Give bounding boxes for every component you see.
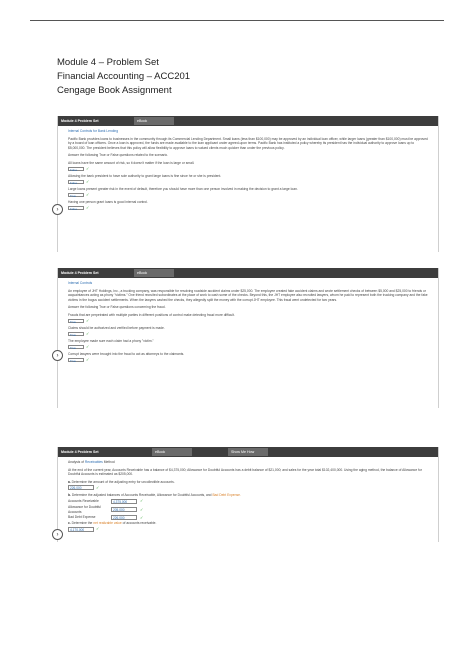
scenario-paragraph: Pacific Bank provides loans to businesse… <box>68 136 428 150</box>
question-3: The employee made sure each claim had a … <box>68 339 154 344</box>
question-2: Claims should be authorized and verified… <box>68 326 165 331</box>
balance-row: Bad Debt Expense 226,000 ✓ <box>68 514 428 521</box>
problem-set-bar: Module 4 Problem Set eBook <box>58 268 438 278</box>
answer-select-2[interactable]: True <box>68 331 84 336</box>
document-header: Module 4 – Problem Set Financial Account… <box>57 56 190 98</box>
tab-ebook[interactable]: eBook <box>134 117 174 125</box>
top-rule <box>30 20 444 21</box>
screenshot-receivables: Module 4 Problem Set eBook Show Me How A… <box>52 447 439 542</box>
check-icon: ✓ <box>96 484 100 490</box>
section-suffix: Method <box>103 460 115 464</box>
question-a: a. Determine the amount of the adjusting… <box>68 480 428 485</box>
tab-ebook[interactable]: eBook <box>134 269 174 277</box>
check-icon: ✓ <box>140 498 144 504</box>
row-label: Accounts Receivable <box>68 499 99 504</box>
tab-show-me-how[interactable]: Show Me How <box>228 448 268 456</box>
chevron-right-icon[interactable]: › <box>52 204 63 215</box>
check-icon: ✓ <box>86 205 90 211</box>
question-a-text: Determine the amount of the adjusting en… <box>71 479 175 484</box>
section-prefix: Analysis of <box>68 460 84 464</box>
question-1: Frauds that are perpetrated with multipl… <box>68 312 235 317</box>
answer-select-4[interactable]: True <box>68 357 84 363</box>
bar-title: Module 4 Problem Set <box>61 119 99 123</box>
assignment-title: Cengage Book Assignment <box>57 85 172 96</box>
question-3: Large loans present greater risk in the … <box>68 187 298 192</box>
bar-title: Module 4 Problem Set <box>61 271 99 275</box>
answer-select-3[interactable]: True <box>68 344 84 350</box>
chevron-right-icon[interactable]: › <box>52 350 63 361</box>
question-b-label: b. <box>68 493 71 498</box>
question-a-label: a. <box>68 479 71 484</box>
answer-field-ar[interactable]: 4,375,000 <box>111 498 137 504</box>
bar-title: Module 4 Problem Set <box>61 450 99 454</box>
answer-select-1[interactable]: True <box>68 318 84 323</box>
answer-field-a[interactable]: 226,000 <box>68 485 94 491</box>
question-c-link[interactable]: net realizable value <box>93 521 121 525</box>
check-icon: ✓ <box>86 357 90 363</box>
question-b-link[interactable]: Bad Debt Expense. <box>212 493 240 497</box>
row-label: Bad Debt Expense <box>68 515 96 520</box>
check-icon: ✓ <box>86 344 90 349</box>
scenario-paragraph: At the end of the current year, Accounts… <box>68 467 422 477</box>
check-icon: ✓ <box>86 192 90 197</box>
check-icon: ✓ <box>96 526 100 532</box>
answer-select-2[interactable]: False <box>68 179 84 184</box>
answer-field-c[interactable]: 4,170,000 <box>68 526 94 532</box>
question-c-text: Determine the <box>71 521 93 526</box>
check-icon: ✓ <box>140 514 144 520</box>
check-icon: ✓ <box>86 330 90 336</box>
answer-select-4[interactable]: False <box>68 205 84 211</box>
problem-set-bar: Module 4 Problem Set eBook <box>58 116 438 126</box>
balance-row: Allowance for Doubtful Accounts 205,000 … <box>68 505 428 514</box>
question-2: Allowing the bank president to have sole… <box>68 174 222 179</box>
answer-field-allowance[interactable]: 205,000 <box>111 507 137 513</box>
check-icon: ✓ <box>140 506 144 512</box>
check-icon: ✓ <box>86 317 90 323</box>
question-c-label: c. <box>68 521 71 526</box>
question-c: c. Determine the net realizable value of… <box>68 521 428 526</box>
question-b-text: Determine the adjusted balances of Accou… <box>71 493 212 498</box>
answer-field-bad-debt[interactable]: 226,000 <box>111 515 137 521</box>
problem-set-bar: Module 4 Problem Set eBook Show Me How <box>58 447 438 457</box>
screenshot-internal-controls-bank: Module 4 Problem Set eBook Internal Cont… <box>52 116 439 252</box>
section-link[interactable]: Receivables <box>85 460 103 464</box>
question-c-suffix: of accounts receivable. <box>122 521 157 526</box>
module-title: Module 4 – Problem Set <box>57 57 159 68</box>
question-4: Having one person grant loans is good in… <box>68 200 148 205</box>
answer-select-3[interactable]: True <box>68 192 84 198</box>
balance-row: Accounts Receivable 4,375,000 ✓ <box>68 498 428 504</box>
tab-ebook[interactable]: eBook <box>152 448 192 456</box>
screenshot-internal-controls-fraud: Module 4 Problem Set eBook Internal Cont… <box>52 268 439 408</box>
scenario-paragraph: An employee of JHT Holdings, Inc., a tru… <box>68 288 428 302</box>
question-4: Corrupt lawyers were brought into the fr… <box>68 352 185 357</box>
check-icon: ✓ <box>86 165 90 171</box>
chevron-right-icon[interactable]: › <box>52 529 63 540</box>
question-1: All loans have the same amount of risk, … <box>68 160 195 165</box>
question-b: b. Determine the adjusted balances of Ac… <box>68 493 428 498</box>
row-label: Allowance for Doubtful Accounts <box>68 504 101 514</box>
check-icon: ✓ <box>86 178 90 184</box>
course-title: Financial Accounting – ACC201 <box>57 71 191 82</box>
answer-select-1[interactable]: False <box>68 166 84 171</box>
